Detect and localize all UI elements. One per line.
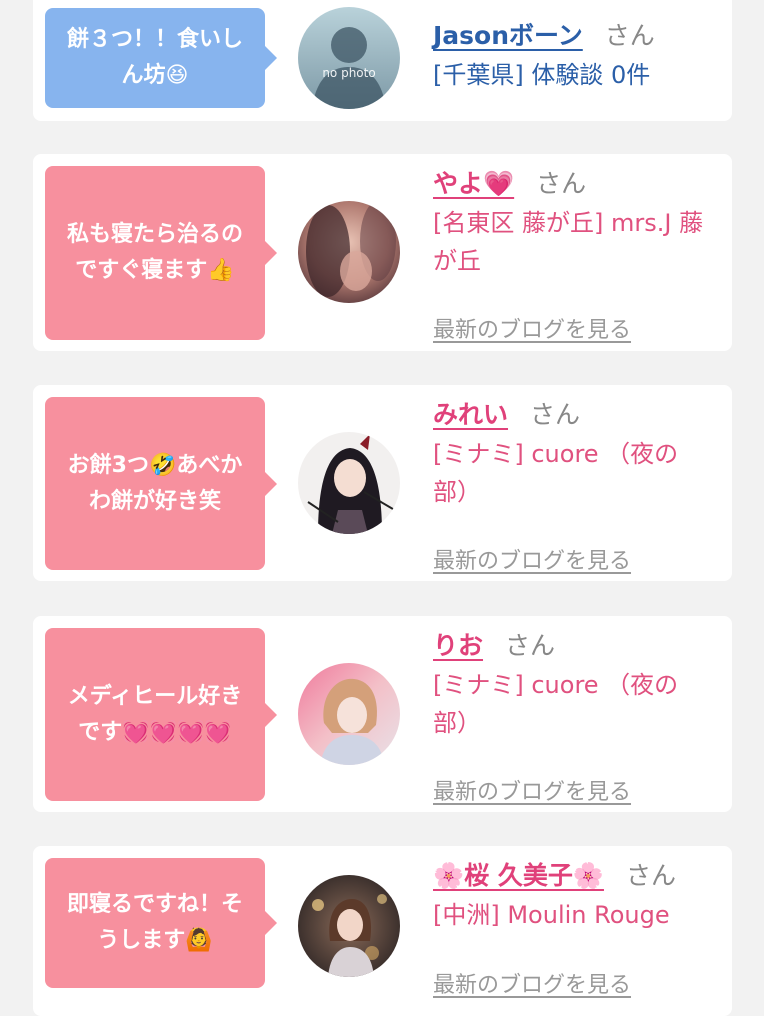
- latest-blog-link[interactable]: 最新のブログを見る: [433, 312, 631, 344]
- latest-blog-link[interactable]: 最新のブログを見る: [433, 543, 631, 575]
- reply-feed: 餅３つ！！食いし ん坊😆 no photo Jasonボーン さん [千葉県] 体…: [0, 0, 764, 1016]
- reply-card: 即寝るですね！そ うします🙆 🌸桜 久美子🌸 さん [中洲] Moulin Ro…: [33, 846, 732, 1016]
- reply-card: お餅3つ🤣あべか わ餅が好き笑 みれい さん [ミナミ] cuore （夜の部） …: [33, 385, 732, 581]
- affiliation: [名東区 藤が丘] mrs.J 藤が丘: [433, 209, 704, 275]
- user-info: 🌸桜 久美子🌸 さん [中洲] Moulin Rouge 最新のブログを見る: [433, 856, 712, 998]
- user-name-link[interactable]: Jasonボーン: [433, 21, 583, 50]
- avatar[interactable]: [298, 663, 400, 765]
- avatar-photo: [298, 875, 400, 977]
- user-name-link[interactable]: みれい: [433, 400, 508, 429]
- reply-card: メディヒール好き です💓💓💓💓 りお さん [ミナミ] cuore （夜の部） …: [33, 616, 732, 812]
- latest-blog-link[interactable]: 最新のブログを見る: [433, 967, 631, 999]
- reply-card: 餅３つ！！食いし ん坊😆 no photo Jasonボーン さん [千葉県] 体…: [33, 0, 732, 121]
- latest-blog-link[interactable]: 最新のブログを見る: [433, 774, 631, 806]
- honorific: さん: [505, 631, 556, 660]
- user-info: りお さん [ミナミ] cuore （夜の部） 最新のブログを見る: [433, 626, 712, 805]
- comment-bubble: 即寝るですね！そ うします🙆: [45, 858, 277, 988]
- avatar-no-photo[interactable]: no photo: [298, 7, 400, 109]
- user-info: Jasonボーン さん [千葉県] 体験談 0件: [433, 16, 712, 94]
- avatar[interactable]: [298, 875, 400, 977]
- honorific: さん: [536, 169, 587, 198]
- avatar-photo: [298, 201, 400, 303]
- comment-bubble: 餅３つ！！食いし ん坊😆: [45, 8, 277, 108]
- honorific: さん: [625, 861, 676, 890]
- no-photo-avatar-icon: no photo: [298, 7, 400, 109]
- avatar[interactable]: [298, 432, 400, 534]
- affiliation: [ミナミ] cuore （夜の部）: [433, 671, 679, 737]
- user-info: みれい さん [ミナミ] cuore （夜の部） 最新のブログを見る: [433, 395, 712, 574]
- honorific: さん: [530, 400, 581, 429]
- affiliation: [ミナミ] cuore （夜の部）: [433, 440, 679, 506]
- comment-bubble: お餅3つ🤣あべか わ餅が好き笑: [45, 397, 277, 570]
- avatar-illustration: [298, 432, 400, 534]
- affiliation: [千葉県] 体験談 0件: [433, 61, 651, 89]
- avatar[interactable]: [298, 201, 400, 303]
- user-name-link[interactable]: やよ💗: [433, 169, 514, 198]
- reply-card: 私も寝たら治るの ですぐ寝ます👍 やよ💗 さん [名東区 藤が丘] mrs.J …: [33, 154, 732, 351]
- no-photo-label: no photo: [322, 66, 375, 80]
- user-info: やよ💗 さん [名東区 藤が丘] mrs.J 藤が丘 最新のブログを見る: [433, 164, 712, 343]
- user-name-link[interactable]: 🌸桜 久美子🌸: [433, 861, 604, 890]
- comment-bubble: メディヒール好き です💓💓💓💓: [45, 628, 277, 801]
- honorific: さん: [604, 21, 655, 50]
- user-name-link[interactable]: りお: [433, 631, 483, 660]
- comment-bubble: 私も寝たら治るの ですぐ寝ます👍: [45, 166, 277, 340]
- avatar-photo: [298, 663, 400, 765]
- affiliation: [中洲] Moulin Rouge: [433, 901, 670, 929]
